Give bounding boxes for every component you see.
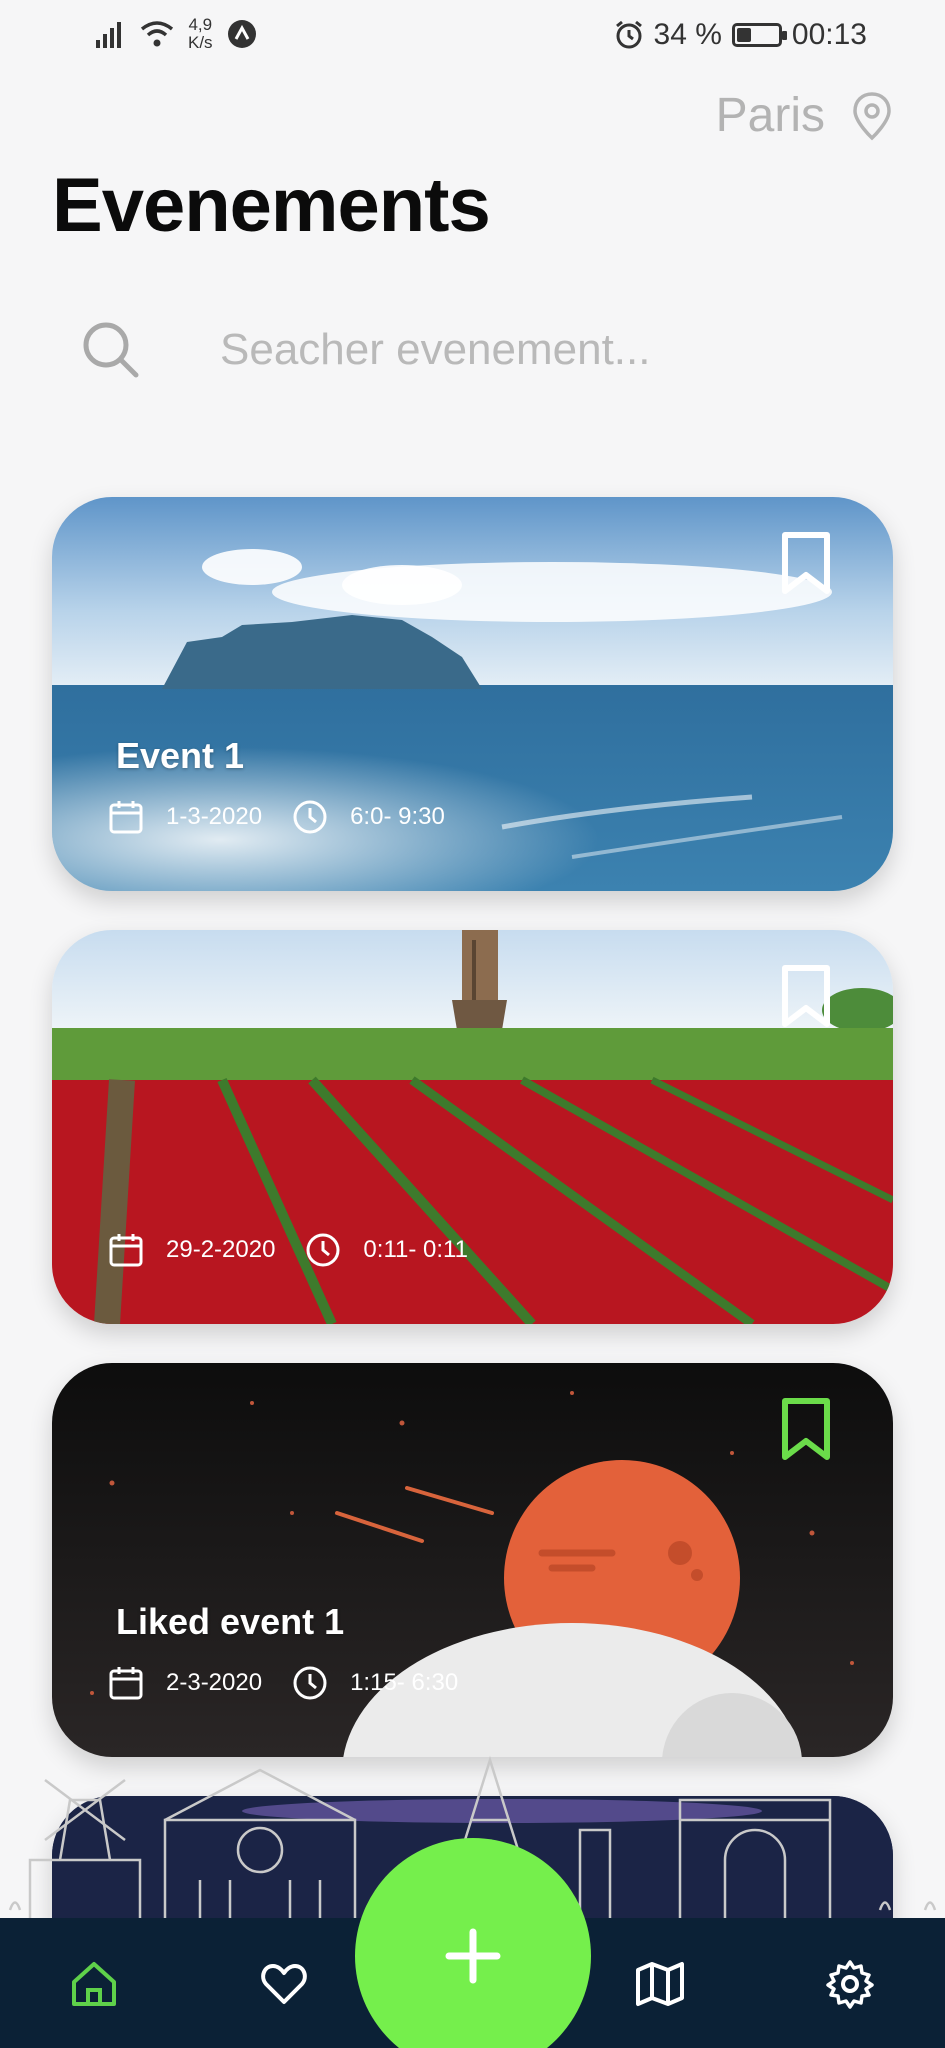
search-input[interactable] (220, 325, 820, 375)
wifi-icon (140, 21, 174, 47)
calendar-icon (109, 801, 143, 834)
location-label: Paris (715, 89, 825, 142)
map-icon[interactable] (634, 1958, 686, 2010)
home-icon[interactable] (68, 1958, 120, 2010)
event-time: 6:0- 9:30 (350, 803, 445, 830)
plus-icon (445, 1928, 501, 1984)
event-date: 1-3-2020 (166, 803, 263, 830)
bookmark-icon[interactable] (781, 964, 831, 1028)
event-meta: 1-3-2020 6:0- 9:30 (108, 799, 445, 835)
event-time: 0:11- 0:11 (363, 1236, 468, 1263)
status-left: 4,9 K/s (94, 16, 257, 52)
status-bar: 4,9 K/s 34 % 00:13 (0, 0, 945, 75)
clock: 00:13 (791, 18, 867, 51)
app-notification-icon (227, 20, 256, 48)
clock-icon (293, 800, 327, 834)
event-title: Event 1 (116, 735, 245, 776)
event-title: Liked event 1 (116, 1601, 345, 1642)
event-time: 1:15- 6:30 (350, 1669, 459, 1696)
calendar-icon (109, 1234, 143, 1267)
calendar-icon (109, 1667, 143, 1700)
event-card[interactable]: 29-2-2020 0:11- 0:11 (52, 930, 893, 1324)
status-right: 34 % 00:13 (614, 18, 867, 52)
search-bar[interactable] (80, 310, 880, 390)
battery-icon (731, 23, 787, 47)
alarm-icon (615, 20, 642, 49)
event-card[interactable]: Event 1 1-3-2020 6:0- 9:30 (52, 497, 893, 891)
event-date: 29-2-2020 (166, 1236, 276, 1263)
location-selector[interactable]: Paris (716, 88, 893, 143)
event-meta: 29-2-2020 0:11- 0:11 (108, 1232, 468, 1268)
signal-icon (96, 22, 121, 48)
heart-icon[interactable] (258, 1958, 310, 2010)
event-meta: 2-3-2020 1:15- 6:30 (108, 1665, 458, 1701)
clock-icon (306, 1233, 340, 1267)
settings-gear-icon[interactable] (824, 1958, 876, 2010)
bookmark-icon[interactable] (781, 531, 831, 595)
location-pin-icon (853, 91, 891, 140)
battery-percent: 34 % (653, 18, 722, 51)
event-date: 2-3-2020 (166, 1669, 263, 1696)
clock-icon (293, 1666, 327, 1700)
bookmark-icon[interactable] (781, 1397, 831, 1461)
page-title: Evenements (52, 163, 491, 248)
event-card[interactable]: Liked event 1 2-3-2020 1:15- 6:30 (52, 1363, 893, 1757)
search-icon[interactable] (80, 319, 142, 381)
network-speed: 4,9 K/s (188, 15, 213, 52)
